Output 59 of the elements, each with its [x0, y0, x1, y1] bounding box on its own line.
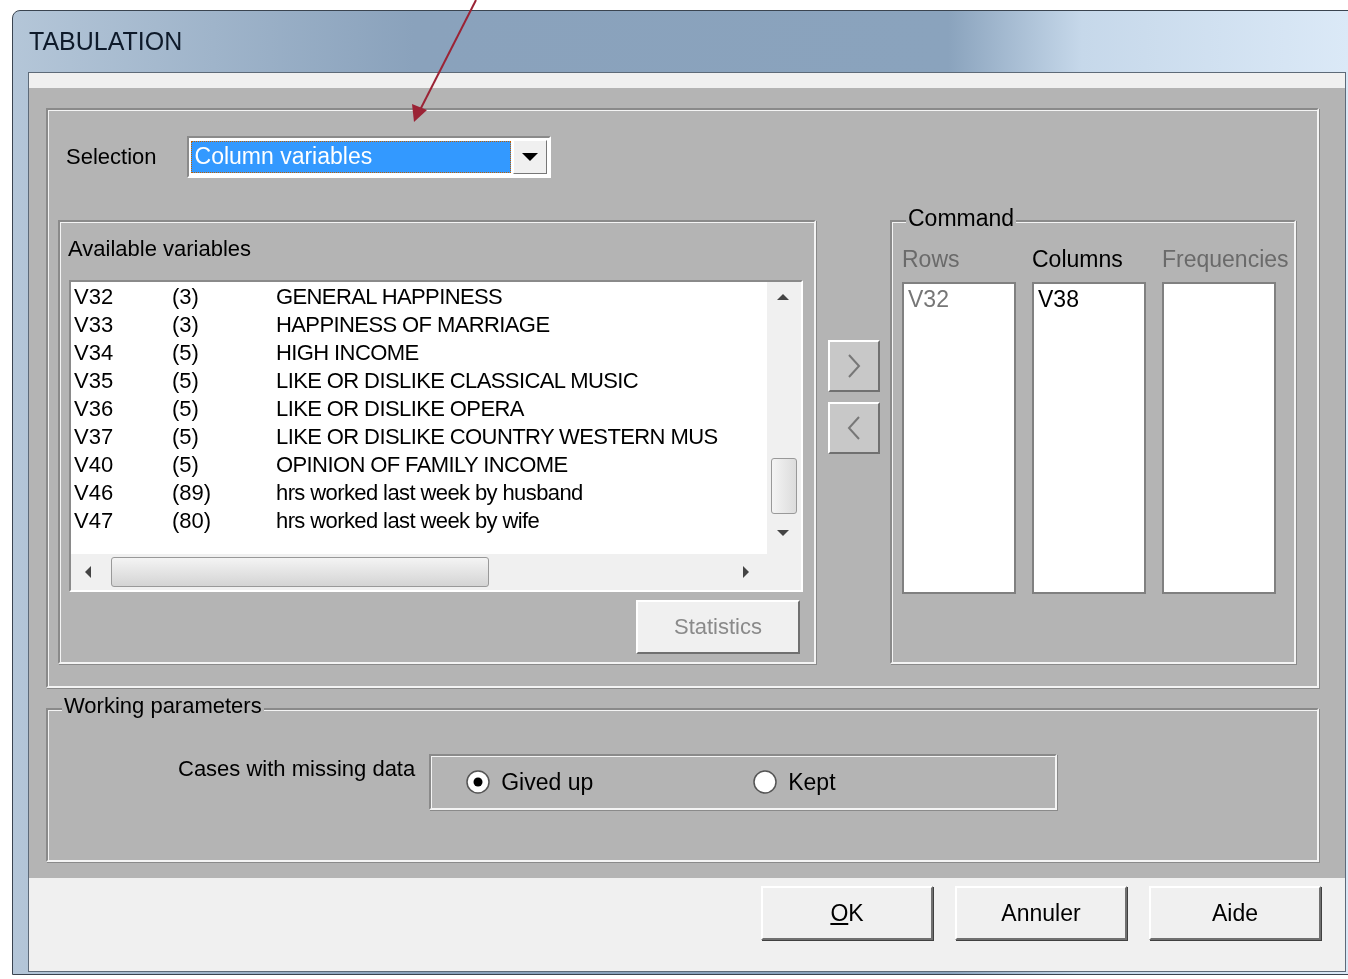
variable-label: HAPPINESS OF MARRIAGE [276, 311, 550, 339]
variable-label: LIKE OR DISLIKE COUNTRY WESTERN MUS [276, 423, 718, 451]
dialog-button[interactable]: Aide [1149, 886, 1321, 940]
variable-label: hrs worked last week by husband [276, 479, 583, 507]
scroll-right-icon[interactable] [741, 565, 751, 579]
category-count: (5) [172, 367, 200, 395]
variable-label: hrs worked last week by wife [276, 507, 540, 535]
variable-label: LIKE OR DISLIKE OPERA [276, 395, 524, 423]
chevron-left-icon [847, 415, 861, 441]
horizontal-scrollbar[interactable] [71, 554, 767, 590]
variable-label: OPINION OF FAMILY INCOME [276, 451, 568, 479]
variable-name[interactable]: V35 [71, 367, 172, 395]
scroll-up-icon[interactable] [776, 292, 790, 302]
scroll-thumb[interactable] [111, 557, 489, 587]
command-list[interactable]: V38 [1032, 282, 1146, 594]
command-list[interactable]: V32 [902, 282, 1016, 594]
command-list[interactable] [1162, 282, 1276, 594]
scroll-left-icon[interactable] [83, 565, 93, 579]
variable-label: GENERAL HAPPINESS [276, 283, 503, 311]
variable-name[interactable]: V32 [71, 283, 172, 311]
category-count: (5) [172, 451, 200, 479]
variable-name[interactable]: V40 [71, 451, 172, 479]
selection-label: Selection [66, 144, 157, 170]
scroll-down-icon[interactable] [776, 528, 790, 538]
selected-value: Column variables [190, 141, 511, 173]
radio-option[interactable]: Kept [752, 768, 1040, 796]
variable-label: HIGH INCOME [276, 339, 419, 367]
dialog-button[interactable]: Annuler [955, 886, 1127, 940]
missing-data-label: Cases with missing data [178, 755, 416, 782]
category-count: (89) [172, 479, 213, 507]
list-label: Frequencies [1162, 246, 1289, 274]
add-button[interactable] [828, 340, 880, 392]
window-title: TABULATION [29, 27, 183, 56]
variable-name[interactable]: V33 [71, 311, 172, 339]
group-title: Available variables [68, 236, 252, 262]
variable-name[interactable]: V37 [71, 423, 172, 451]
variable-name[interactable]: V36 [71, 395, 172, 423]
list-label: Rows [902, 246, 961, 274]
chevron-right-icon [847, 353, 861, 379]
variable-name[interactable]: V46 [71, 479, 172, 507]
radio-option[interactable]: Gived up [465, 768, 753, 796]
variable-name[interactable]: V47 [71, 507, 172, 535]
category-count: (3) [172, 311, 200, 339]
list-item[interactable]: V38 [1038, 286, 1140, 313]
radio-button[interactable] [465, 769, 492, 795]
variable-name[interactable]: V34 [71, 339, 172, 367]
list-item[interactable]: V32 [908, 286, 1010, 313]
dialog-button[interactable]: OK [761, 886, 933, 940]
category-count: (5) [172, 339, 200, 367]
scroll-thumb[interactable] [771, 458, 797, 514]
radio-button[interactable] [752, 769, 779, 795]
list-label: Columns [1032, 246, 1124, 274]
remove-button[interactable] [828, 402, 880, 454]
variable-label: LIKE OR DISLIKE CLASSICAL MUSIC [276, 367, 639, 395]
category-count: (5) [172, 395, 200, 423]
category-count: (3) [172, 283, 200, 311]
category-count: (5) [172, 423, 200, 451]
vertical-scrollbar[interactable] [767, 282, 801, 554]
category-count: (80) [172, 507, 213, 535]
